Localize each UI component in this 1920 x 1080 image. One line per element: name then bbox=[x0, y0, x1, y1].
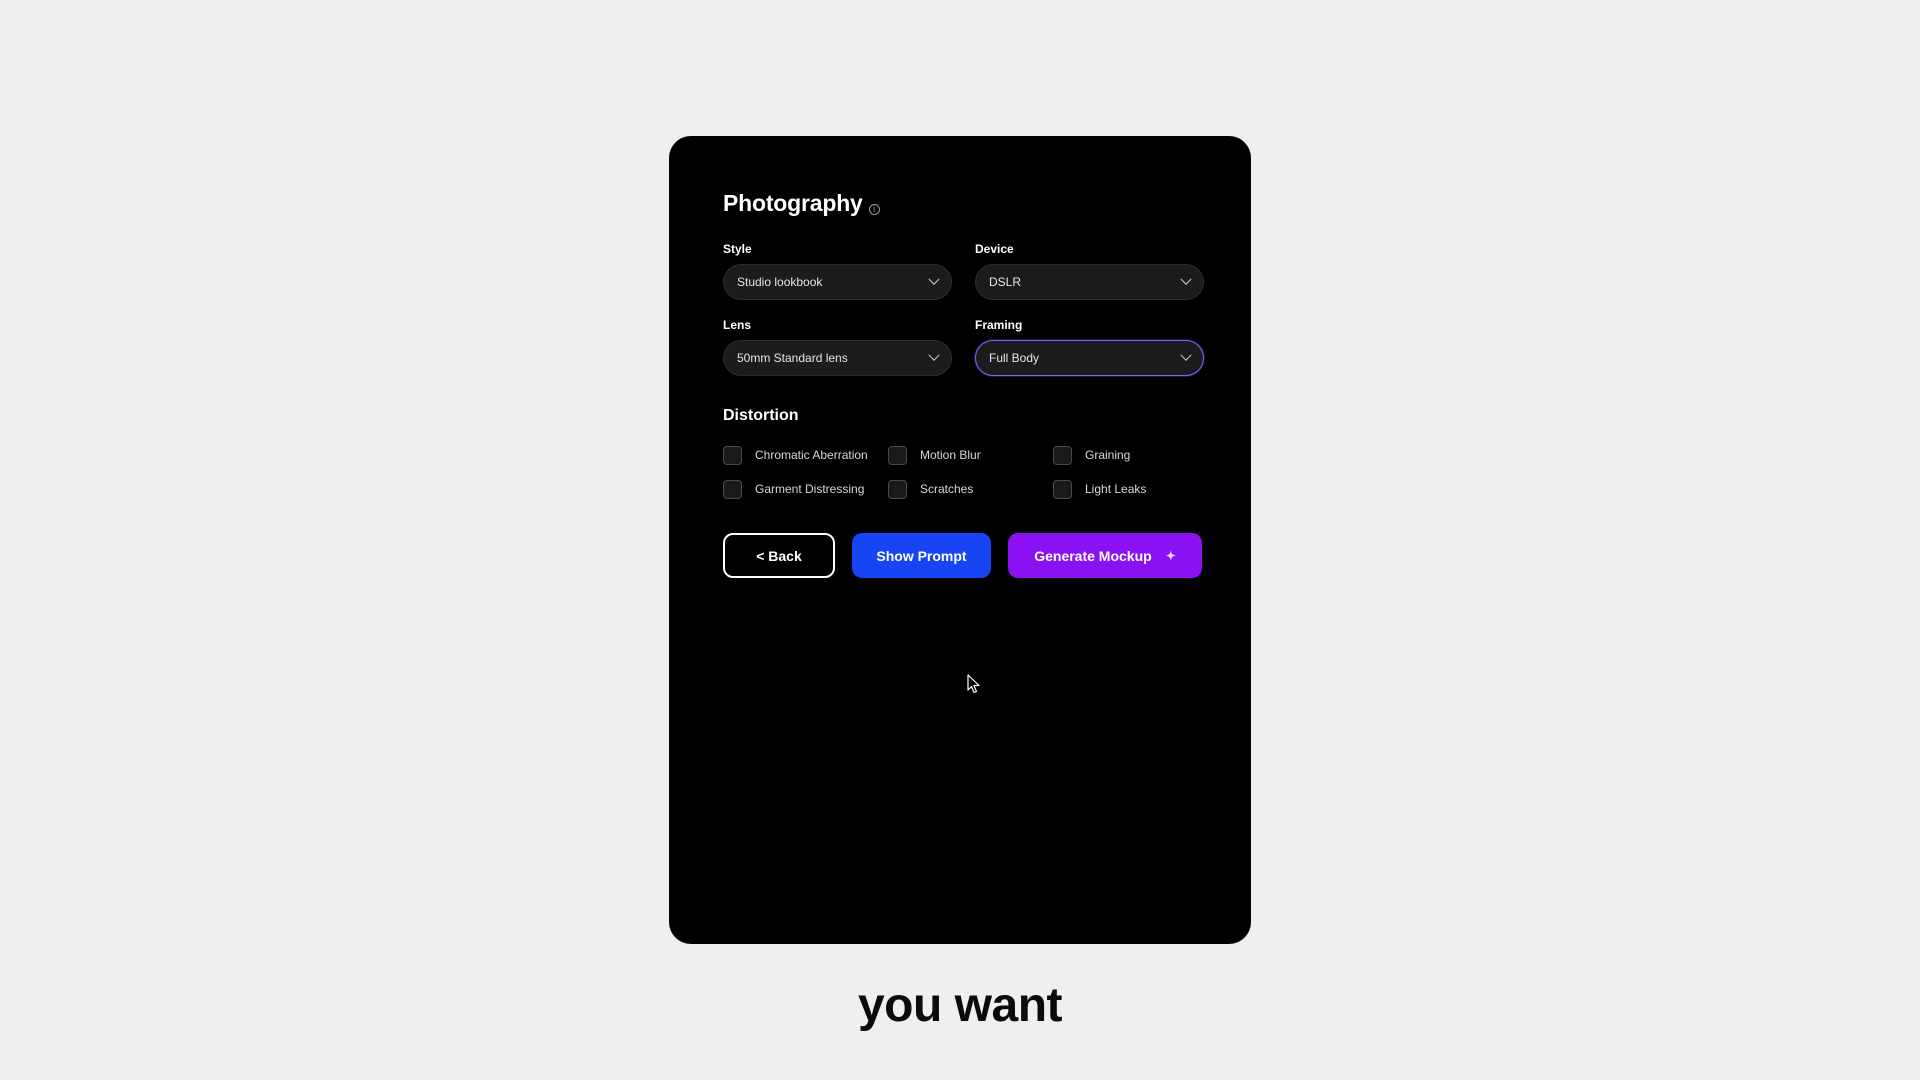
checkbox-label: Garment Distressing bbox=[755, 481, 865, 496]
style-field: Style Studio lookbook bbox=[723, 242, 952, 300]
action-buttons: < Back Show Prompt Generate Mockup ✦ bbox=[723, 533, 1204, 578]
sparkle-icon: ✦ bbox=[1165, 548, 1176, 563]
checkbox-label: Graining bbox=[1085, 447, 1131, 462]
device-field: Device DSLR bbox=[975, 242, 1204, 300]
framing-value: Full Body bbox=[989, 351, 1040, 365]
distortion-options: Chromatic Aberration Motion Blur Grainin… bbox=[723, 441, 1204, 503]
checkbox-box[interactable] bbox=[1053, 479, 1072, 499]
back-button[interactable]: < Back bbox=[723, 533, 835, 578]
checkbox-garment-distressing[interactable]: Garment Distressing bbox=[723, 475, 888, 503]
checkbox-motion-blur[interactable]: Motion Blur bbox=[888, 441, 1053, 469]
generate-mockup-button[interactable]: Generate Mockup ✦ bbox=[1008, 533, 1202, 578]
checkbox-graining[interactable]: Graining bbox=[1053, 441, 1203, 469]
chevron-down-icon bbox=[1180, 273, 1192, 285]
checkbox-label: Chromatic Aberration bbox=[755, 447, 868, 462]
info-icon[interactable]: i bbox=[868, 204, 880, 215]
lens-label: Lens bbox=[723, 318, 752, 332]
checkbox-box[interactable] bbox=[888, 479, 907, 499]
framing-select[interactable]: Full Body bbox=[975, 340, 1204, 376]
photography-panel: Photography i Style Studio lookbook Devi… bbox=[669, 136, 1251, 944]
style-value: Studio lookbook bbox=[737, 275, 823, 289]
checkbox-label: Light Leaks bbox=[1085, 481, 1147, 496]
generate-mockup-label: Generate Mockup bbox=[1034, 547, 1152, 564]
panel-header: Photography i bbox=[723, 190, 1204, 224]
framing-label: Framing bbox=[975, 318, 1023, 332]
framing-field: Framing Full Body bbox=[975, 318, 1204, 376]
checkbox-chromatic-aberration[interactable]: Chromatic Aberration bbox=[723, 441, 888, 469]
chevron-down-icon bbox=[928, 273, 940, 285]
stage: Photography i Style Studio lookbook Devi… bbox=[0, 0, 1920, 1080]
checkbox-box[interactable] bbox=[888, 445, 907, 465]
checkbox-box[interactable] bbox=[723, 445, 742, 465]
lens-field: Lens 50mm Standard lens bbox=[723, 318, 952, 376]
chevron-down-icon bbox=[928, 349, 940, 361]
distortion-title: Distortion bbox=[723, 407, 799, 424]
checkbox-label: Scratches bbox=[920, 481, 974, 496]
chevron-down-icon bbox=[1180, 349, 1192, 361]
device-label: Device bbox=[975, 242, 1014, 256]
settings-grid: Style Studio lookbook Device DSLR Lens 5… bbox=[723, 242, 1204, 376]
device-select[interactable]: DSLR bbox=[975, 264, 1204, 300]
mouse-cursor-icon bbox=[967, 674, 980, 694]
checkbox-label: Motion Blur bbox=[920, 447, 981, 462]
style-select[interactable]: Studio lookbook bbox=[723, 264, 952, 300]
checkbox-box[interactable] bbox=[1053, 445, 1072, 465]
caption-text: you want bbox=[857, 979, 1063, 1032]
device-value: DSLR bbox=[989, 275, 1022, 289]
checkbox-light-leaks[interactable]: Light Leaks bbox=[1053, 475, 1203, 503]
panel-title: Photography bbox=[723, 190, 863, 216]
show-prompt-button[interactable]: Show Prompt bbox=[852, 533, 991, 578]
lens-select[interactable]: 50mm Standard lens bbox=[723, 340, 952, 376]
checkbox-box[interactable] bbox=[723, 479, 742, 499]
checkbox-scratches[interactable]: Scratches bbox=[888, 475, 1053, 503]
lens-value: 50mm Standard lens bbox=[737, 351, 848, 365]
style-label: Style bbox=[723, 242, 752, 256]
